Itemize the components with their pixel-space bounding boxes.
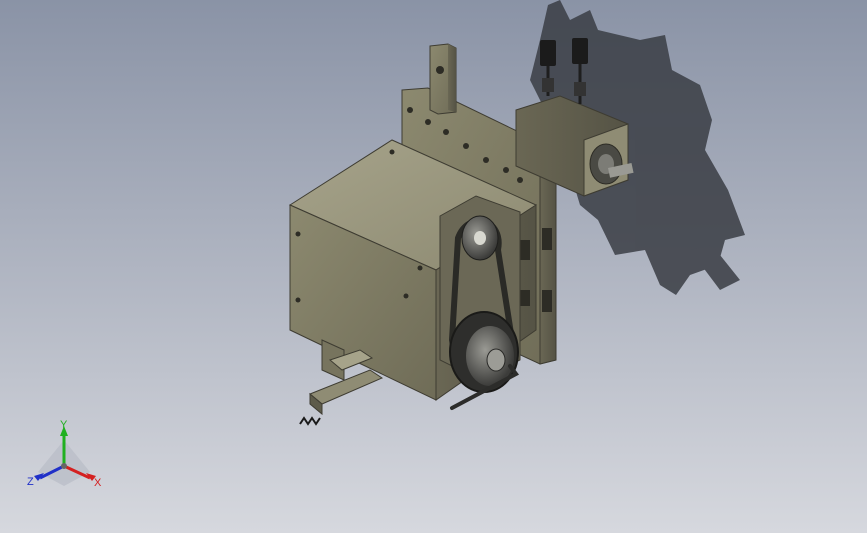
spring <box>299 416 321 426</box>
model-view[interactable] <box>0 0 867 533</box>
y-axis-label: Y <box>60 419 68 431</box>
cad-graphics-viewport[interactable]: Y X Z <box>0 0 867 533</box>
top-guide-post[interactable] <box>429 43 457 115</box>
orientation-triad[interactable]: Y X Z <box>24 418 108 496</box>
triad-origin <box>61 463 67 469</box>
z-axis-label: Z <box>27 476 34 488</box>
x-axis-label: X <box>94 477 102 489</box>
